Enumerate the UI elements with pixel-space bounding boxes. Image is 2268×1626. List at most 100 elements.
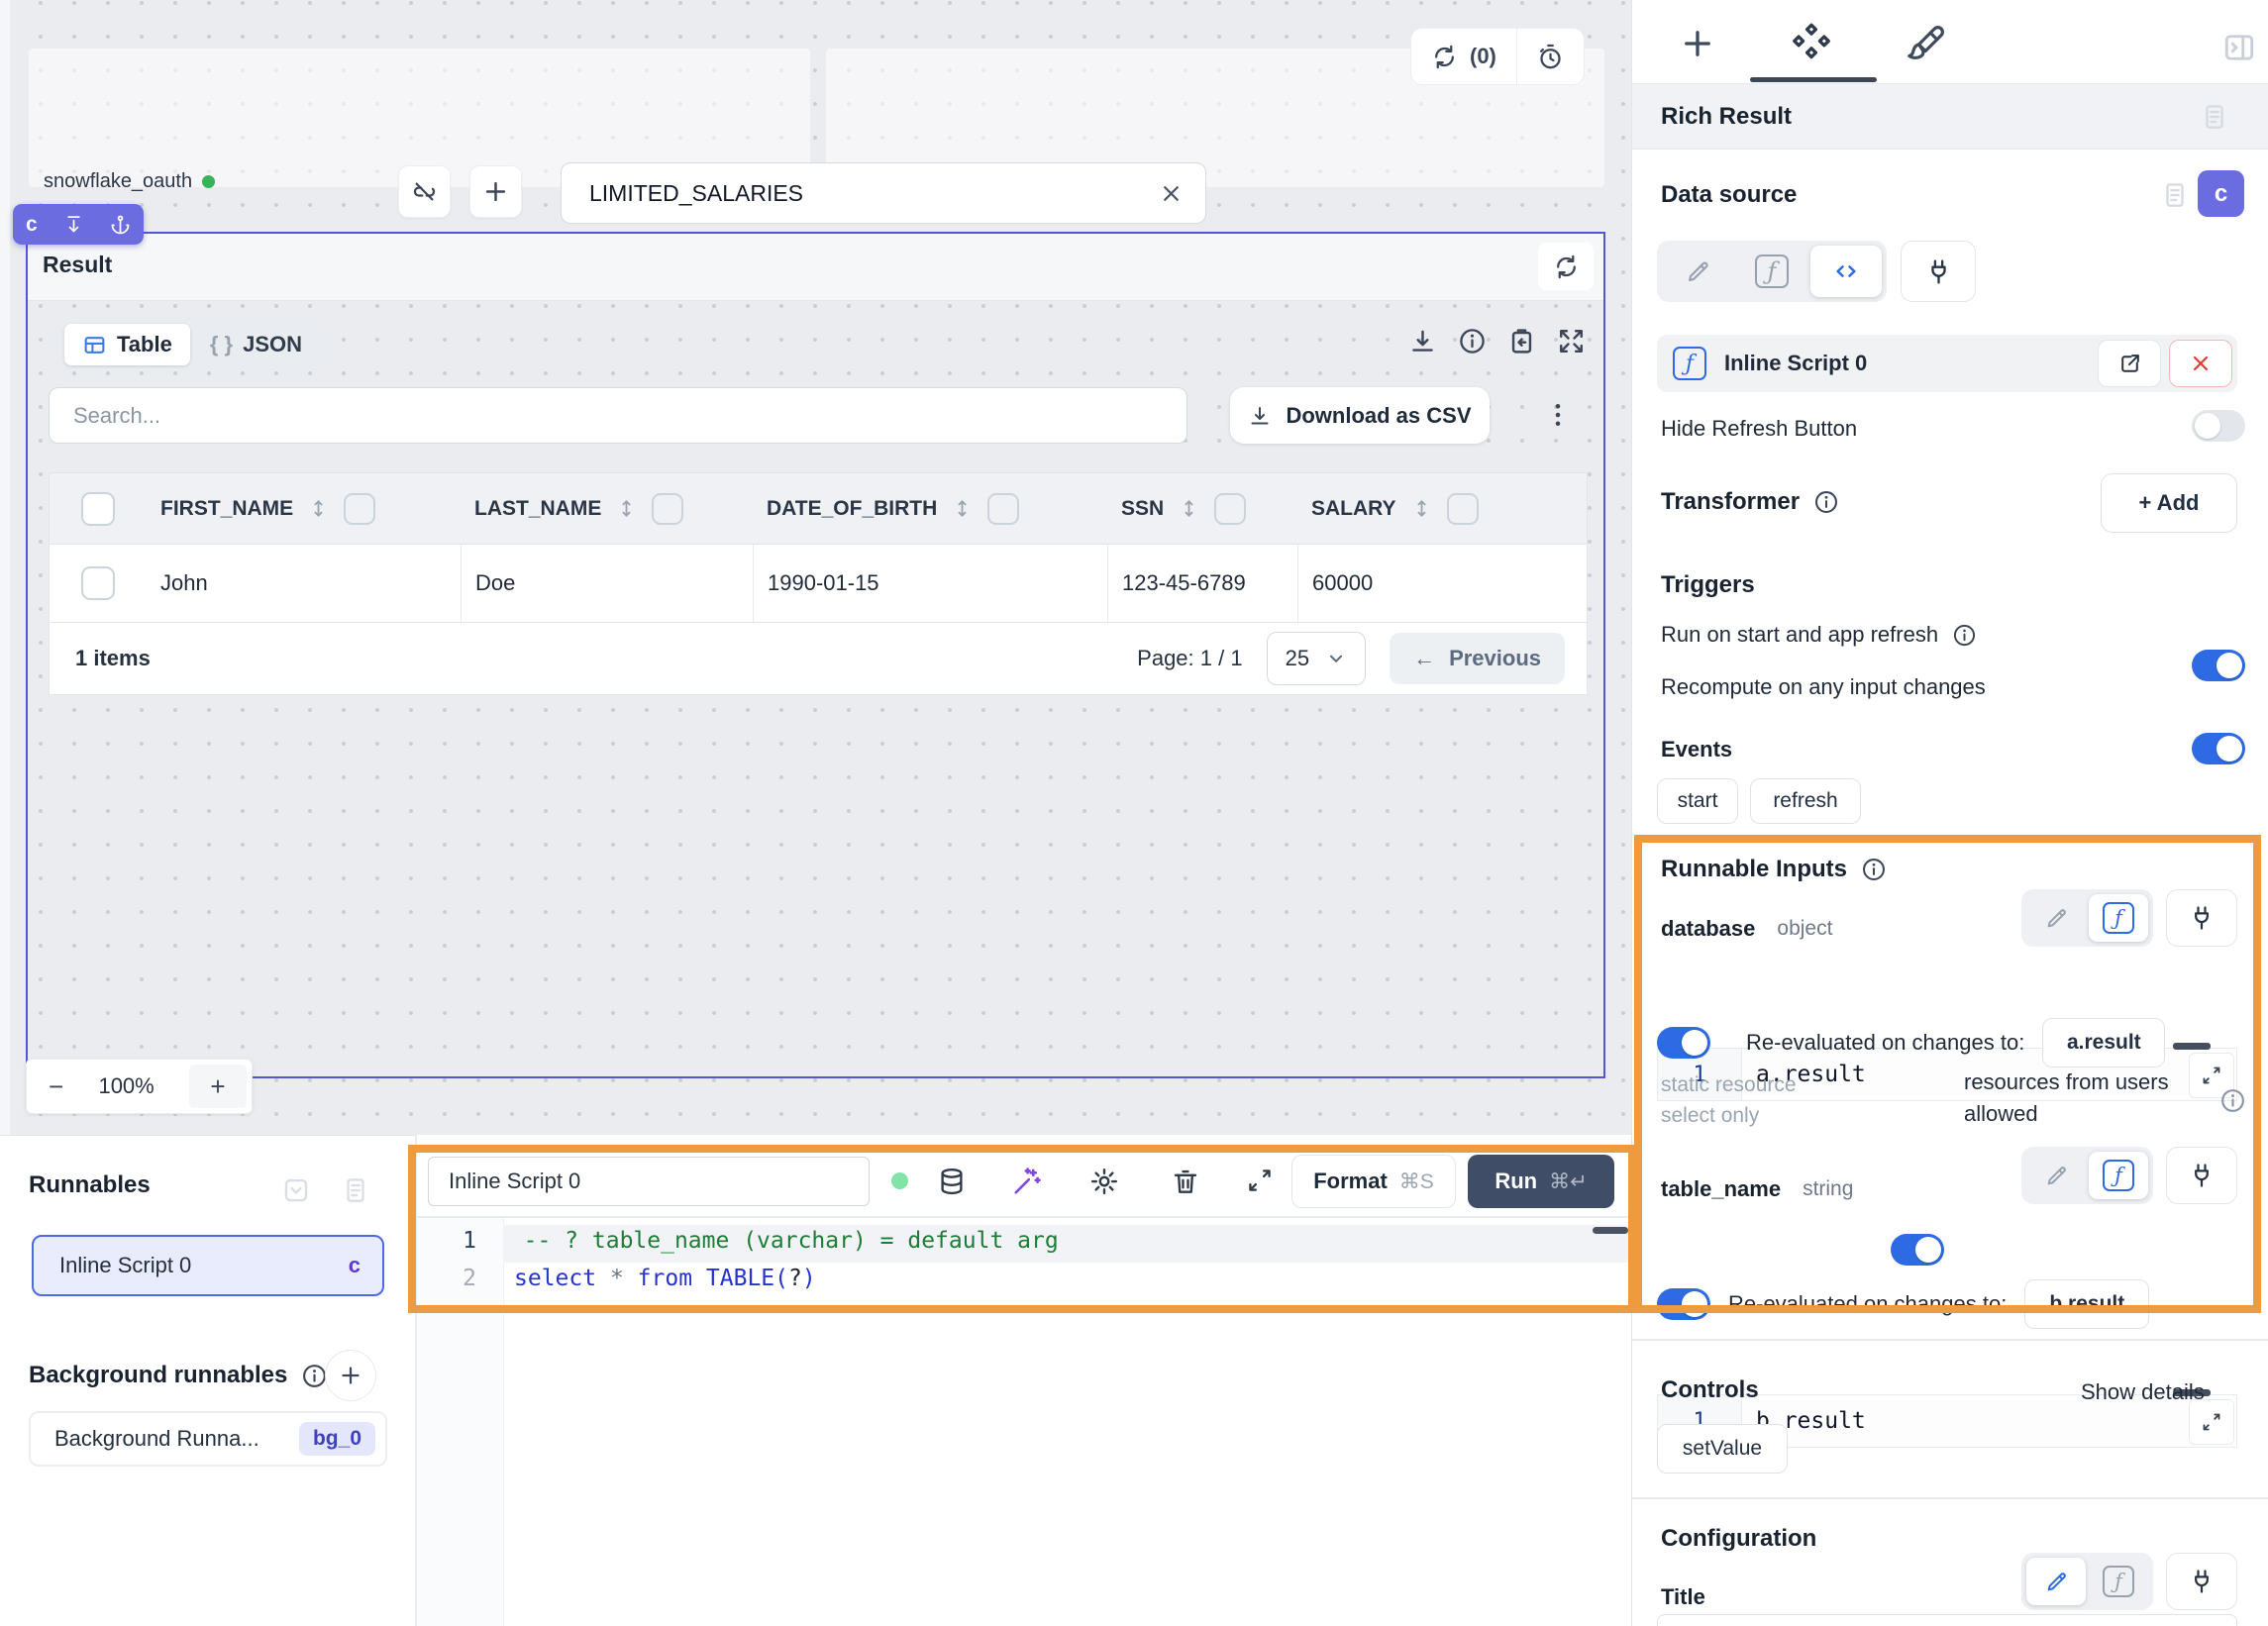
info-icon[interactable] [1952,623,1977,648]
tablename-reeval-toggle[interactable] [1657,1288,1710,1320]
script-name-input[interactable]: Inline Script 0 [428,1157,870,1206]
title-plug-button[interactable] [2166,1553,2237,1610]
settings-gear-icon[interactable] [1089,1167,1119,1196]
copy-to-clipboard-icon[interactable] [1507,327,1536,356]
mode-static-pencil[interactable] [1662,246,1733,297]
sort-icon[interactable] [951,497,974,520]
editor-scrollbar[interactable] [1593,1227,1628,1234]
column-header-first-name[interactable]: FIRST_NAME [147,473,461,544]
info-icon[interactable] [1813,489,1839,515]
sort-icon[interactable] [1410,497,1433,520]
expand-code-button[interactable] [2189,1399,2234,1445]
delete-trash-icon[interactable] [1171,1167,1200,1196]
dep-chip-a-result[interactable]: a.result [2042,1018,2165,1067]
column-header-ssn[interactable]: SSN [1107,473,1297,544]
runnable-item-background-0[interactable]: Background Runna... bg_0 [29,1411,387,1467]
event-chip-start[interactable]: start [1657,778,1738,824]
row-checkbox[interactable] [81,566,115,600]
column-checkbox[interactable] [344,493,375,525]
add-button[interactable] [469,165,522,218]
datasource-plug-button[interactable] [1901,241,1976,302]
select-all-checkbox[interactable] [81,492,115,526]
sort-icon[interactable] [615,497,638,520]
refresh-count-button[interactable]: (0) [1411,29,1516,84]
docs-icon[interactable] [341,1175,370,1205]
app-canvas[interactable]: (0) snowflake_oauth c LIMITED_SALARIES [10,0,1631,1135]
mode-function[interactable]: ƒ [1736,246,1807,297]
setvalue-control-chip[interactable]: setValue [1657,1424,1788,1474]
result-refresh-button[interactable] [1538,243,1594,290]
collapse-panel-icon[interactable] [2221,30,2257,65]
add-transformer-button[interactable]: + Add [2101,473,2237,533]
clear-input-icon[interactable] [1159,181,1184,206]
runnable-item-inline-script-0[interactable]: Inline Script 0 c [32,1235,384,1296]
download-icon[interactable] [1408,327,1437,356]
column-checkbox[interactable] [652,493,683,525]
mode-static-pencil[interactable] [2026,1152,2086,1199]
docs-icon[interactable] [2160,180,2190,210]
column-header-salary[interactable]: SALARY [1297,473,1589,544]
remove-script-button[interactable] [2169,340,2232,387]
add-component-tab-icon[interactable] [1680,26,1715,61]
info-icon[interactable] [1458,327,1487,356]
theme-brush-tab-icon[interactable] [1907,24,1946,63]
search-input[interactable]: Search... [49,387,1187,444]
event-chip-refresh[interactable]: refresh [1750,778,1861,824]
column-checkbox[interactable] [1214,493,1246,525]
hide-refresh-toggle[interactable] [2192,410,2245,442]
title-input-partial[interactable] [1657,1614,2237,1626]
code-line-2[interactable]: 2select * from TABLE(?) [415,1266,816,1291]
mode-function[interactable]: ƒ [2089,894,2148,942]
tab-json[interactable]: { } JSON [194,324,318,365]
column-checkbox[interactable] [1447,493,1479,525]
column-header-last-name[interactable]: LAST_NAME [461,473,753,544]
mode-code[interactable] [1810,246,1882,297]
column-checkbox[interactable] [987,493,1019,525]
table-name-input[interactable]: LIMITED_SALARIES [561,162,1206,224]
previous-page-button[interactable]: ← Previous [1390,633,1565,684]
linked-script-row[interactable]: ƒ Inline Script 0 [1657,335,2237,392]
info-icon[interactable] [1861,857,1887,882]
docs-icon[interactable] [2200,102,2229,132]
unlink-button[interactable] [398,165,451,218]
datasource-icon[interactable] [937,1167,967,1196]
code-line-1[interactable]: 1 -- ? table_name (varchar) = default ar… [415,1228,1059,1254]
recompute-toggle[interactable] [2192,733,2245,764]
show-details-link[interactable]: Show details [2081,1379,2205,1405]
format-button[interactable]: Format ⌘S [1291,1155,1456,1208]
fullscreen-icon[interactable] [1557,327,1586,356]
mode-static-pencil[interactable] [2026,894,2086,942]
page-size-select[interactable]: 25 [1267,632,1366,685]
sort-icon[interactable] [1178,497,1200,520]
anchor-icon[interactable] [110,214,131,235]
table-row[interactable]: John Doe 1990-01-15 123-45-6789 60000 [49,545,1588,623]
rich-result-widget[interactable]: Result Table { } JSON [26,232,1605,1078]
sort-icon[interactable] [307,497,330,520]
tablename-plug-button[interactable] [2166,1147,2237,1204]
kebab-menu-icon[interactable] [1543,400,1573,430]
mode-static-pencil[interactable] [2026,1558,2086,1605]
zoom-in-button[interactable]: + [189,1065,247,1108]
database-plug-button[interactable] [2166,889,2237,947]
run-on-start-toggle[interactable] [2192,650,2245,681]
zoom-out-button[interactable]: − [49,1071,63,1102]
expand-editor-icon[interactable] [1246,1167,1274,1194]
download-csv-button[interactable]: Download as CSV [1230,387,1490,444]
history-button[interactable] [1517,29,1584,84]
dep-chip-b-result[interactable]: b.result [2024,1279,2149,1329]
run-button[interactable]: Run ⌘↵ [1468,1155,1614,1208]
move-down-icon[interactable] [63,214,84,235]
mode-function[interactable]: ƒ [2089,1558,2148,1605]
open-script-button[interactable] [2098,340,2161,387]
collapse-all-icon[interactable] [281,1175,311,1205]
ai-wand-icon[interactable] [1012,1167,1042,1196]
add-background-runnable-button[interactable] [325,1350,376,1401]
database-reeval-toggle[interactable] [1657,1027,1710,1059]
mode-function[interactable]: ƒ [2089,1152,2148,1199]
cell-date-of-birth: 1990-01-15 [753,545,1107,622]
resources-from-users-toggle[interactable] [1891,1234,1944,1266]
components-tab-icon[interactable] [1790,22,1833,65]
info-icon[interactable] [2219,1087,2246,1114]
column-header-date-of-birth[interactable]: DATE_OF_BIRTH [753,473,1107,544]
tab-table[interactable]: Table [64,324,190,365]
